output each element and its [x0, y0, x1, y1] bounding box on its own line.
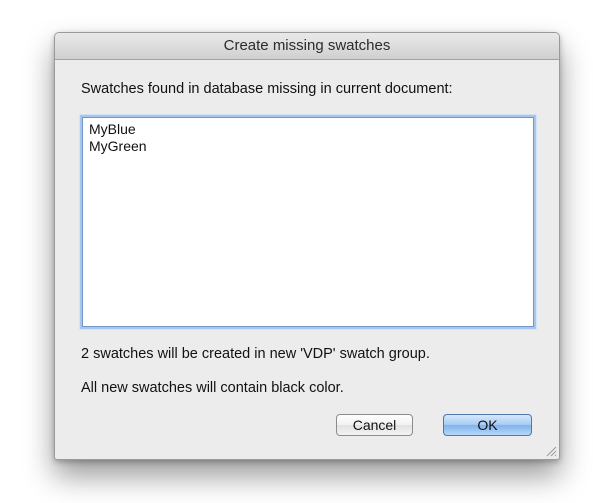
dialog-title: Create missing swatches — [55, 33, 559, 60]
color-info: All new swatches will contain black colo… — [81, 380, 344, 396]
ok-button[interactable]: OK — [443, 414, 532, 436]
create-missing-swatches-dialog: Create missing swatches Swatches found i… — [54, 32, 560, 460]
swatch-count-info: 2 swatches will be created in new 'VDP' … — [81, 346, 430, 362]
prompt-label: Swatches found in database missing in cu… — [81, 81, 453, 97]
list-item[interactable]: MyGreen — [89, 138, 527, 155]
list-item[interactable]: MyBlue — [89, 121, 527, 138]
cancel-button[interactable]: Cancel — [336, 414, 413, 436]
swatch-list[interactable]: MyBlue MyGreen — [82, 117, 534, 327]
resize-grip-icon[interactable] — [545, 445, 557, 457]
